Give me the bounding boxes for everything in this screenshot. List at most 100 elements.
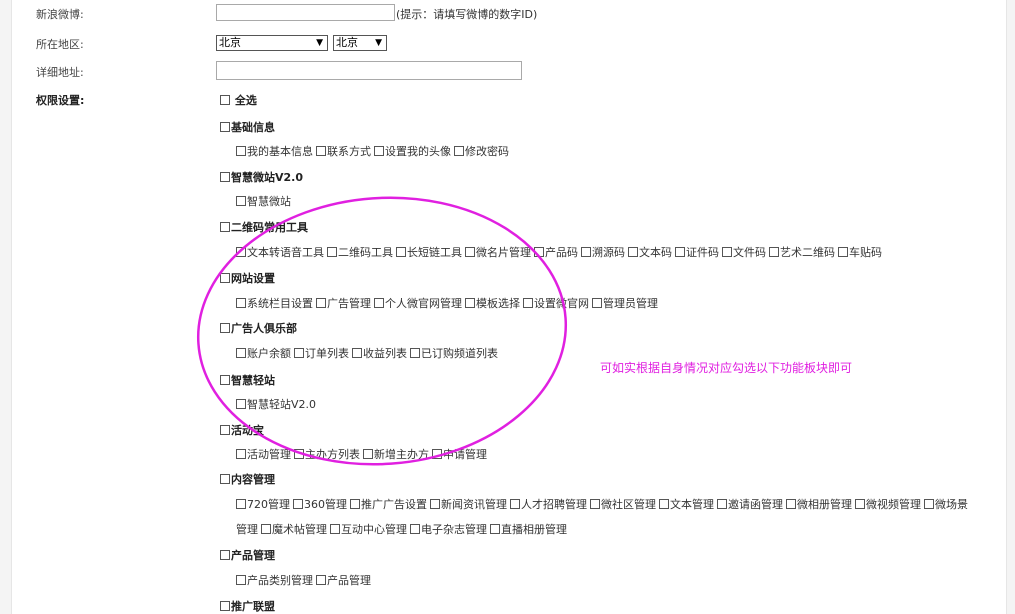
checkbox-icon[interactable]	[220, 550, 230, 560]
checkbox-icon[interactable]	[490, 524, 500, 534]
checkbox-icon[interactable]	[581, 247, 591, 257]
permission-item-checkbox[interactable]: 720管理	[236, 498, 290, 511]
permission-item-checkbox[interactable]: 溯源码	[581, 246, 625, 259]
checkbox-icon[interactable]	[855, 499, 865, 509]
checkbox-icon[interactable]	[327, 247, 337, 257]
checkbox-icon[interactable]	[294, 348, 304, 358]
checkbox-icon[interactable]	[628, 247, 638, 257]
permission-group-checkbox[interactable]: 基础信息	[220, 119, 275, 135]
permission-group-checkbox[interactable]: 产品管理	[220, 547, 275, 563]
checkbox-icon[interactable]	[236, 146, 246, 156]
checkbox-icon[interactable]	[675, 247, 685, 257]
permission-item-checkbox[interactable]: 设置我的头像	[374, 145, 451, 158]
checkbox-icon[interactable]	[924, 499, 934, 509]
checkbox-icon[interactable]	[316, 298, 326, 308]
checkbox-icon[interactable]	[510, 499, 520, 509]
permission-item-checkbox[interactable]: 订单列表	[294, 347, 349, 360]
checkbox-icon[interactable]	[352, 348, 362, 358]
permission-item-checkbox[interactable]: 邀请函管理	[717, 498, 783, 511]
checkbox-icon[interactable]	[316, 575, 326, 585]
permission-item-checkbox[interactable]: 产品类别管理	[236, 574, 313, 587]
checkbox-icon[interactable]	[350, 499, 360, 509]
permission-item-checkbox[interactable]: 智慧轻站V2.0	[236, 398, 316, 411]
permission-item-checkbox[interactable]: 人才招聘管理	[510, 498, 587, 511]
permission-item-checkbox[interactable]: 账户余额	[236, 347, 291, 360]
permission-item-checkbox[interactable]: 文本管理	[659, 498, 714, 511]
checkbox-icon[interactable]	[236, 449, 246, 459]
permission-item-checkbox[interactable]: 模板选择	[465, 297, 520, 310]
permission-group-checkbox[interactable]: 推广联盟	[220, 598, 275, 614]
checkbox-icon[interactable]	[722, 247, 732, 257]
permission-item-checkbox[interactable]: 魔术帖管理	[261, 523, 327, 536]
checkbox-icon[interactable]	[220, 601, 230, 611]
checkbox-icon[interactable]	[261, 524, 271, 534]
permission-item-checkbox[interactable]: 微视频管理	[855, 498, 921, 511]
checkbox-icon[interactable]	[410, 524, 420, 534]
checkbox-icon[interactable]	[465, 298, 475, 308]
permission-item-checkbox[interactable]: 广告管理	[316, 297, 371, 310]
permission-item-checkbox[interactable]: 活动管理	[236, 448, 291, 461]
permission-item-checkbox[interactable]: 收益列表	[352, 347, 407, 360]
permission-item-checkbox[interactable]: 产品管理	[316, 574, 371, 587]
checkbox-icon[interactable]	[769, 247, 779, 257]
weibo-input[interactable]	[216, 4, 395, 21]
checkbox-icon[interactable]	[294, 449, 304, 459]
checkbox-icon[interactable]	[220, 95, 230, 105]
permission-item-checkbox[interactable]: 互动中心管理	[330, 523, 407, 536]
checkbox-icon[interactable]	[592, 298, 602, 308]
checkbox-icon[interactable]	[236, 298, 246, 308]
permission-item-checkbox[interactable]: 申请管理	[432, 448, 487, 461]
checkbox-icon[interactable]	[659, 499, 669, 509]
checkbox-icon[interactable]	[316, 146, 326, 156]
permission-group-checkbox[interactable]: 智慧轻站	[220, 372, 275, 388]
permission-item-checkbox[interactable]: 管理	[236, 523, 258, 536]
permission-item-checkbox[interactable]: 证件码	[675, 246, 719, 259]
permission-item-checkbox[interactable]: 二维码工具	[327, 246, 393, 259]
checkbox-icon[interactable]	[410, 348, 420, 358]
permission-item-checkbox[interactable]: 新闻资讯管理	[430, 498, 507, 511]
permission-item-checkbox[interactable]: 360管理	[293, 498, 347, 511]
permission-item-checkbox[interactable]: 智慧微站	[236, 195, 291, 208]
checkbox-icon[interactable]	[220, 375, 230, 385]
permission-item-checkbox[interactable]: 直播相册管理	[490, 523, 567, 536]
permission-item-checkbox[interactable]: 微相册管理	[786, 498, 852, 511]
permission-item-checkbox[interactable]: 已订购频道列表	[410, 347, 498, 360]
permission-item-checkbox[interactable]: 长短链工具	[396, 246, 462, 259]
city-select[interactable]: 北京 ▼	[333, 35, 387, 51]
checkbox-icon[interactable]	[236, 575, 246, 585]
permission-group-checkbox[interactable]: 二维码常用工具	[220, 219, 308, 235]
permission-item-checkbox[interactable]: 修改密码	[454, 145, 509, 158]
checkbox-icon[interactable]	[838, 247, 848, 257]
permission-item-checkbox[interactable]: 电子杂志管理	[410, 523, 487, 536]
select-all-checkbox[interactable]: 全选	[220, 92, 257, 108]
permission-item-checkbox[interactable]: 文本码	[628, 246, 672, 259]
checkbox-icon[interactable]	[220, 172, 230, 182]
checkbox-icon[interactable]	[454, 146, 464, 156]
checkbox-icon[interactable]	[220, 323, 230, 333]
checkbox-icon[interactable]	[220, 222, 230, 232]
permission-item-checkbox[interactable]: 推广广告设置	[350, 498, 427, 511]
checkbox-icon[interactable]	[220, 122, 230, 132]
permission-item-checkbox[interactable]: 系统栏目设置	[236, 297, 313, 310]
permission-item-checkbox[interactable]: 艺术二维码	[769, 246, 835, 259]
permission-group-checkbox[interactable]: 网站设置	[220, 270, 275, 286]
permission-item-checkbox[interactable]: 我的基本信息	[236, 145, 313, 158]
checkbox-icon[interactable]	[523, 298, 533, 308]
permission-item-checkbox[interactable]: 文本转语音工具	[236, 246, 324, 259]
permission-item-checkbox[interactable]: 微场景	[924, 498, 968, 511]
checkbox-icon[interactable]	[430, 499, 440, 509]
checkbox-icon[interactable]	[465, 247, 475, 257]
checkbox-icon[interactable]	[717, 499, 727, 509]
checkbox-icon[interactable]	[236, 348, 246, 358]
checkbox-icon[interactable]	[220, 425, 230, 435]
checkbox-icon[interactable]	[786, 499, 796, 509]
permission-item-checkbox[interactable]: 车贴码	[838, 246, 882, 259]
checkbox-icon[interactable]	[396, 247, 406, 257]
permission-item-checkbox[interactable]: 新增主办方	[363, 448, 429, 461]
permission-item-checkbox[interactable]: 微名片管理	[465, 246, 531, 259]
checkbox-icon[interactable]	[374, 146, 384, 156]
permission-group-checkbox[interactable]: 智慧微站V2.0	[220, 169, 303, 185]
permission-item-checkbox[interactable]: 微社区管理	[590, 498, 656, 511]
permission-item-checkbox[interactable]: 联系方式	[316, 145, 371, 158]
permission-group-checkbox[interactable]: 内容管理	[220, 471, 275, 487]
